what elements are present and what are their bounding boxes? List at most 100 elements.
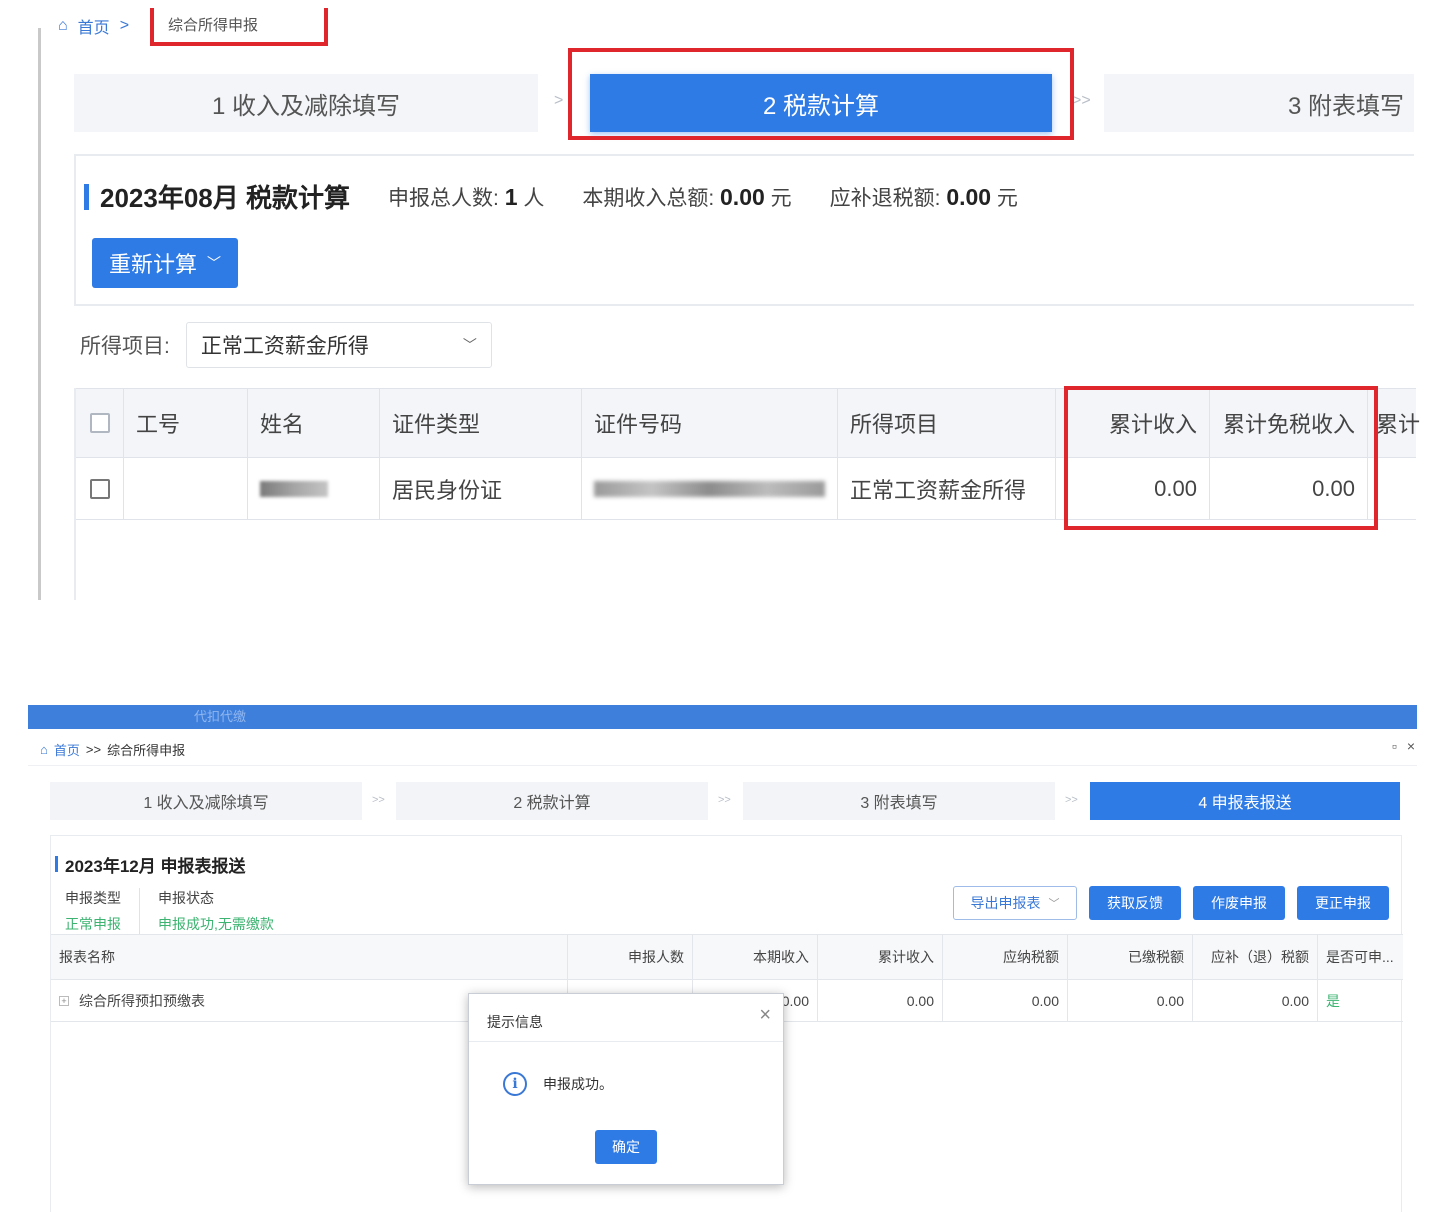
header-report-name[interactable]: 报表名称 xyxy=(51,935,568,979)
void-report-button[interactable]: 作废申报 xyxy=(1193,886,1285,920)
bottom-screenshot: 代扣代缴 ⌂ 首页 >> 综合所得申报 ▫ × 1 收入及减除填写 >> 2 税… xyxy=(28,705,1417,1212)
breadcrumb-current: 综合所得申报 xyxy=(107,743,186,758)
filter-label: 所得项目: xyxy=(80,335,170,358)
calc-summary-panel: 2023年08月 税款计算 申报总人数: 1 人 本期收入总额: 0.00 元 … xyxy=(74,154,1414,306)
report-status-block: 申报状态 申报成功,无需缴款 xyxy=(158,888,292,934)
step-highlight-box xyxy=(568,48,1074,140)
step-tax-calculation[interactable]: 2 税款计算 xyxy=(396,782,708,820)
title-accent-bar xyxy=(55,856,58,872)
dialog-message-text: 申报成功。 xyxy=(543,1076,613,1092)
page-title: 2023年12月 申报表报送 xyxy=(65,857,246,876)
step-arrow: >> xyxy=(1072,92,1091,109)
window-controls: ▫ × xyxy=(1392,738,1415,754)
stat-tax-label: 应补退税额: xyxy=(829,187,941,210)
stat-people: 申报总人数: 1 人 xyxy=(388,182,544,212)
header-employee-no[interactable]: 工号 xyxy=(124,389,248,457)
step-income-entry[interactable]: 1 收入及减除填写 xyxy=(74,74,538,132)
chevron-down-icon: ﹀ xyxy=(207,255,221,271)
summary-stats: 申报总人数: 1 人 本期收入总额: 0.00 元 应补退税额: 0.00 元 xyxy=(388,182,1018,212)
stat-people-value: 1 xyxy=(504,184,518,210)
recalculate-label: 重新计算 xyxy=(108,252,197,277)
correct-report-button[interactable]: 更正申报 xyxy=(1297,886,1389,920)
step-arrow: > xyxy=(554,92,564,109)
expand-icon[interactable]: + xyxy=(59,995,69,1006)
cell-tax-paid: 0.00 xyxy=(1068,980,1193,1021)
dialog-title: 提示信息 xyxy=(487,1014,543,1030)
report-table-header: 报表名称 申报人数 本期收入 累计收入 应纳税额 已缴税额 应补（退）税额 是否… xyxy=(51,934,1403,980)
cell-name xyxy=(248,458,380,519)
stat-income-unit: 元 xyxy=(770,187,792,210)
stat-tax: 应补退税额: 0.00 元 xyxy=(830,182,1018,212)
header-people[interactable]: 申报人数 xyxy=(568,935,693,979)
step-income-entry[interactable]: 1 收入及减除填写 xyxy=(50,782,362,820)
home-icon[interactable]: ⌂ xyxy=(58,17,68,35)
breadcrumb-home[interactable]: 首页 xyxy=(78,14,110,38)
dialog-message: i 申报成功。 xyxy=(503,1072,613,1096)
nav-item-withholding[interactable]: 代扣代缴 xyxy=(194,706,246,725)
row-select-cell xyxy=(76,458,124,519)
header-refund[interactable]: 应补（退）税额 xyxy=(1193,935,1318,979)
success-dialog: 提示信息 × i 申报成功。 确定 xyxy=(468,993,784,1185)
select-all-checkbox[interactable] xyxy=(89,413,110,433)
header-tax-due[interactable]: 应纳税额 xyxy=(943,935,1068,979)
left-divider xyxy=(38,28,41,600)
header-can-file[interactable]: 是否可申... xyxy=(1318,935,1403,979)
stat-tax-unit: 元 xyxy=(996,187,1018,210)
top-screenshot: ⌂ 首页 > 综合所得申报 1 收入及减除填写 > 2 税款计算 >> 3 附表… xyxy=(0,0,1439,605)
step-attachment[interactable]: 3 附表填写 xyxy=(1104,74,1414,132)
step-arrow: >> xyxy=(718,794,731,806)
divider xyxy=(28,765,1417,766)
header-id-number[interactable]: 证件号码 xyxy=(582,389,838,457)
report-status-label: 申报状态 xyxy=(158,890,214,906)
close-icon[interactable]: × xyxy=(1407,738,1415,754)
action-buttons: 导出申报表 ﹀ 获取反馈 作废申报 更正申报 xyxy=(953,886,1389,920)
stat-people-label: 申报总人数: xyxy=(388,187,499,210)
redacted-id-number xyxy=(594,480,825,497)
close-icon[interactable]: × xyxy=(759,1004,771,1027)
maximize-icon[interactable]: ▫ xyxy=(1392,738,1397,754)
breadcrumb: ⌂ 首页 >> 综合所得申报 xyxy=(40,740,185,759)
breadcrumb: ⌂ 首页 > xyxy=(58,14,129,38)
report-type-value: 正常申报 xyxy=(65,916,121,932)
header-tax-paid[interactable]: 已缴税额 xyxy=(1068,935,1193,979)
step-arrow: >> xyxy=(372,794,385,806)
cell-cum-income: 0.00 xyxy=(818,980,943,1021)
cell-id-type: 居民身份证 xyxy=(380,458,582,519)
chevron-down-icon: ﹀ xyxy=(462,337,477,353)
breadcrumb-highlight-box: 综合所得申报 xyxy=(150,8,328,46)
cell-tax-due: 0.00 xyxy=(943,980,1068,1021)
stat-tax-value: 0.00 xyxy=(946,184,992,210)
breadcrumb-home[interactable]: 首页 xyxy=(54,740,80,759)
header-id-type[interactable]: 证件类型 xyxy=(380,389,582,457)
step-attachment[interactable]: 3 附表填写 xyxy=(743,782,1055,820)
dialog-header: 提示信息 × xyxy=(469,994,783,1042)
redacted-name xyxy=(260,480,328,497)
report-status-value: 申报成功,无需缴款 xyxy=(158,916,274,932)
cell-income-item: 正常工资薪金所得 xyxy=(838,458,1056,519)
export-report-label: 导出申报表 xyxy=(970,895,1041,911)
income-item-filter: 所得项目: 正常工资薪金所得 ﹀ xyxy=(80,322,492,368)
header-name[interactable]: 姓名 xyxy=(248,389,380,457)
income-item-value: 正常工资薪金所得 xyxy=(200,335,369,358)
breadcrumb-current: 综合所得申报 xyxy=(168,17,259,34)
row-checkbox[interactable] xyxy=(89,478,110,499)
breadcrumb-separator: >> xyxy=(85,742,102,757)
stat-income-value: 0.00 xyxy=(720,184,765,210)
export-report-button[interactable]: 导出申报表 ﹀ xyxy=(953,886,1077,920)
step-submit-report[interactable]: 4 申报表报送 xyxy=(1090,782,1400,820)
chevron-down-icon: ﹀ xyxy=(1048,898,1060,910)
report-info: 申报类型 正常申报 申报状态 申报成功,无需缴款 xyxy=(65,888,310,934)
home-icon[interactable]: ⌂ xyxy=(40,742,48,757)
confirm-button[interactable]: 确定 xyxy=(595,1130,657,1164)
report-name-text: 综合所得预扣预缴表 xyxy=(79,992,205,1009)
select-all-cell xyxy=(76,389,124,457)
header-cum-income[interactable]: 累计收入 xyxy=(818,935,943,979)
stat-income: 本期收入总额: 0.00 元 xyxy=(582,182,791,212)
cell-id-number xyxy=(582,458,838,519)
income-item-select[interactable]: 正常工资薪金所得 ﹀ xyxy=(185,322,492,368)
header-income[interactable]: 本期收入 xyxy=(693,935,818,979)
get-feedback-button[interactable]: 获取反馈 xyxy=(1089,886,1181,920)
header-income-item[interactable]: 所得项目 xyxy=(838,389,1056,457)
cell-refund: 0.00 xyxy=(1193,980,1318,1021)
recalculate-button[interactable]: 重新计算 ﹀ xyxy=(92,238,238,288)
